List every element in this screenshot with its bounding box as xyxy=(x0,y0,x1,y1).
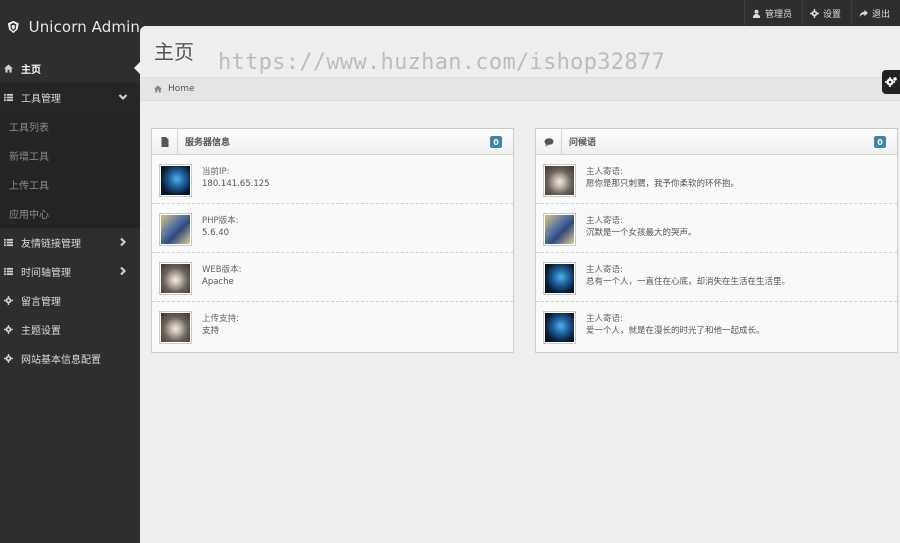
comment-icon xyxy=(536,128,562,155)
widget-title: 服务器信息 xyxy=(185,138,231,148)
avatar xyxy=(159,262,192,295)
sidebar-item-messages[interactable]: 留言管理 xyxy=(0,286,140,315)
info-value: 180.141.65.125 xyxy=(202,179,270,189)
page-header: 主页 https://www.huzhan.com/ishop32877 xyxy=(140,26,900,76)
info-label: 当前IP: xyxy=(202,167,230,177)
chevron-down-icon xyxy=(118,92,128,102)
watermark-url: https://www.huzhan.com/ishop32877 xyxy=(218,50,665,75)
nav-logout-label: 退出 xyxy=(871,9,890,20)
count-badge: 0 xyxy=(874,136,886,148)
gear-icon xyxy=(809,8,819,18)
sidebar-item-label: 留言管理 xyxy=(21,297,61,308)
list-icon xyxy=(3,237,14,248)
greeting-text: 愿你是那只刺猬，我予你柔软的环怀抱。 xyxy=(586,179,740,189)
sidebar-subitem-tool-list[interactable]: 工具列表 xyxy=(0,112,140,141)
sidebar-item-timeline[interactable]: 时间轴管理 xyxy=(0,257,140,286)
nav-admin[interactable]: 管理员 xyxy=(743,0,802,26)
list-item: 上传支持: 支持 xyxy=(152,302,513,351)
share-icon xyxy=(859,9,868,17)
sidebar-subitem-add-tool[interactable]: 新增工具 xyxy=(0,141,140,170)
brand-name: Unicorn Admin xyxy=(28,18,140,36)
sidebar-item-links[interactable]: 友情链接管理 xyxy=(0,228,140,257)
top-nav: 管理员 设置 退出 xyxy=(743,0,900,26)
list-item: PHP版本: 5.6.40 xyxy=(152,204,513,253)
greeting-label: 主人寄语: xyxy=(586,216,623,226)
sidebar-item-tools[interactable]: 工具管理 xyxy=(0,83,140,112)
info-label: 上传支持: xyxy=(202,314,239,324)
style-switcher-button[interactable] xyxy=(882,70,900,94)
unicorn-logo-icon xyxy=(7,20,19,34)
greeting-text: 沉默是一个女孩最大的哭声。 xyxy=(586,228,697,238)
gear-icon xyxy=(3,295,14,306)
avatar xyxy=(543,213,576,246)
greeting-text: 爱一个人，就是在漫长的时光了和他一起成长。 xyxy=(586,326,765,336)
widget-title-bar: 问候语 0 xyxy=(536,128,897,155)
list-item: 主人寄语: 沉默是一个女孩最大的哭声。 xyxy=(536,204,897,253)
home-icon xyxy=(154,85,162,93)
avatar xyxy=(543,262,576,295)
widget-title-bar: 服务器信息 0 xyxy=(152,128,513,155)
nav-settings-label: 设置 xyxy=(822,9,841,20)
sidebar-item-label: 时间轴管理 xyxy=(21,268,71,279)
info-value: 支持 xyxy=(202,326,220,336)
widget-title: 问候语 xyxy=(569,138,597,148)
page-title: 主页 xyxy=(154,40,194,64)
greeting-label: 主人寄语: xyxy=(586,265,623,275)
file-icon xyxy=(152,128,178,155)
list-item: 当前IP: 180.141.65.125 xyxy=(152,155,513,204)
sidebar: 主页 工具管理 工具列表 新增工具 上传工具 应用中心 友情链接管理 时间轴管理… xyxy=(0,54,140,543)
info-value: Apache xyxy=(202,277,234,287)
main-content: 主页 https://www.huzhan.com/ishop32877 Hom… xyxy=(140,26,900,543)
sidebar-item-label: 主题设置 xyxy=(21,326,61,337)
sidebar-item-home[interactable]: 主页 xyxy=(0,54,140,83)
brand[interactable]: Unicorn Admin xyxy=(0,0,140,54)
avatar xyxy=(159,311,192,344)
avatar xyxy=(543,311,576,344)
gear-icon xyxy=(3,324,14,335)
chevron-right-icon xyxy=(118,266,128,276)
greeting-label: 主人寄语: xyxy=(586,167,623,177)
list-icon xyxy=(3,92,14,103)
info-label: WEB版本: xyxy=(202,265,242,275)
sidebar-item-label: 工具管理 xyxy=(21,94,61,105)
info-value: 5.6.40 xyxy=(202,228,230,238)
greeting-text: 总有一个人，一直住在心底，却消失在生活在生活里。 xyxy=(586,277,791,287)
avatar xyxy=(159,213,192,246)
user-icon xyxy=(752,9,761,18)
gears-icon xyxy=(885,77,897,87)
home-icon xyxy=(3,63,14,74)
gear-icon xyxy=(3,353,14,364)
greeting-label: 主人寄语: xyxy=(586,314,623,324)
list-item: 主人寄语: 总有一个人，一直住在心底，却消失在生活在生活里。 xyxy=(536,253,897,302)
sidebar-subitem-app-center[interactable]: 应用中心 xyxy=(0,199,140,228)
breadcrumb-home-link[interactable]: Home xyxy=(168,84,195,94)
list-item: 主人寄语: 爱一个人，就是在漫长的时光了和他一起成长。 xyxy=(536,302,897,351)
server-info-widget: 服务器信息 0 当前IP: 180.141.65.125 PHP版本: 5.6.40… xyxy=(151,128,514,353)
breadcrumb: Home xyxy=(140,77,900,101)
count-badge: 0 xyxy=(490,136,502,148)
list-item: WEB版本: Apache xyxy=(152,253,513,302)
nav-logout[interactable]: 退出 xyxy=(850,0,900,26)
sidebar-item-theme[interactable]: 主题设置 xyxy=(0,315,140,344)
avatar xyxy=(159,164,192,197)
list-item: 主人寄语: 愿你是那只刺猬，我予你柔软的环怀抱。 xyxy=(536,155,897,204)
sidebar-item-label: 友情链接管理 xyxy=(21,239,81,250)
sidebar-item-site-config[interactable]: 网站基本信息配置 xyxy=(0,344,140,373)
nav-admin-label: 管理员 xyxy=(764,9,792,20)
sidebar-item-label: 网站基本信息配置 xyxy=(21,355,101,366)
greeting-widget: 问候语 0 主人寄语: 愿你是那只刺猬，我予你柔软的环怀抱。 主人寄语: 沉默是一个… xyxy=(535,128,898,353)
info-label: PHP版本: xyxy=(202,216,239,226)
avatar xyxy=(543,164,576,197)
sidebar-subitem-upload-tool[interactable]: 上传工具 xyxy=(0,170,140,199)
list-icon xyxy=(3,266,14,277)
chevron-right-icon xyxy=(118,237,128,247)
nav-settings[interactable]: 设置 xyxy=(801,0,851,26)
sidebar-item-label: 主页 xyxy=(21,65,41,76)
